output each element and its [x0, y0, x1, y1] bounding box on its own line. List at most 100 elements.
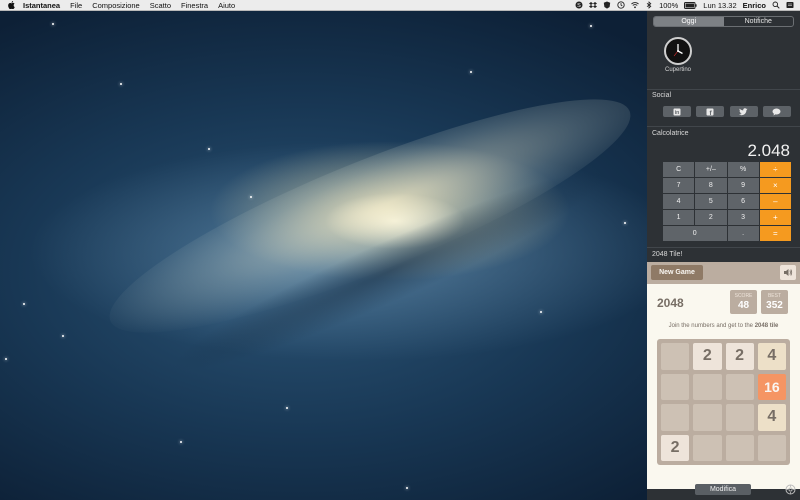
star [590, 25, 592, 27]
calc-key-minus[interactable]: – [759, 194, 791, 209]
new-game-button[interactable]: New Game [651, 265, 703, 280]
game-board[interactable]: 2 2 4 16 4 2 [657, 339, 790, 465]
calc-key-4[interactable]: 4 [663, 194, 695, 209]
notification-center-tabs: Oggi Notifiche [653, 16, 794, 27]
calc-key-9[interactable]: 9 [727, 178, 759, 193]
menu-app-name[interactable]: Istantanea [23, 1, 60, 10]
star [208, 148, 210, 150]
tagline-text: Join the numbers and get to the [668, 323, 754, 329]
tab-oggi[interactable]: Oggi [654, 17, 724, 26]
edit-widgets-button[interactable]: Modifica [695, 484, 751, 495]
calculator-widget-title: Calcolatrice [652, 130, 689, 137]
star [250, 196, 252, 198]
game-2048-widget: New Game 2048 SCORE 48 BEST 352 Join the… [647, 262, 800, 489]
svg-text:in: in [675, 110, 679, 116]
calc-key-clear[interactable]: C [663, 162, 695, 177]
calculator-keypad: C +/– % ÷ 7 8 9 × 4 5 6 – 1 2 3 + 0 . = [663, 162, 791, 241]
calc-key-divide[interactable]: ÷ [759, 162, 791, 177]
score-value: 48 [737, 300, 750, 311]
calc-key-plus[interactable]: + [759, 210, 791, 225]
calc-key-6[interactable]: 6 [727, 194, 759, 209]
calc-key-3[interactable]: 3 [727, 210, 759, 225]
svg-text:S: S [577, 3, 581, 9]
widget-separator [647, 89, 800, 90]
calc-key-5[interactable]: 5 [695, 194, 727, 209]
star [406, 487, 408, 489]
sound-button[interactable] [780, 265, 796, 280]
menu-finestra[interactable]: Finestra [181, 1, 208, 10]
star [624, 222, 626, 224]
calc-key-multiply[interactable]: × [759, 178, 791, 193]
widget-separator [647, 247, 800, 248]
settings-gear-icon[interactable] [785, 484, 796, 495]
apple-icon[interactable] [8, 1, 15, 9]
board-tile: 2 [693, 343, 722, 370]
best-box: BEST 352 [761, 290, 788, 314]
twitter-icon [739, 107, 748, 115]
board-tile: 2 [725, 343, 754, 370]
board-tile [693, 434, 722, 461]
linkedin-button[interactable]: in [663, 106, 691, 117]
board-tile [693, 373, 722, 400]
game-tagline: Join the numbers and get to the 2048 til… [647, 323, 800, 329]
score-box: SCORE 48 [730, 290, 757, 314]
social-buttons: in f [663, 106, 791, 117]
time-machine-icon[interactable] [617, 1, 625, 9]
board-tile: 2 [661, 434, 690, 461]
calc-key-0[interactable]: 0 [663, 226, 727, 241]
board-tile: 4 [757, 404, 786, 431]
twitter-button[interactable] [729, 106, 758, 117]
best-label: BEST [767, 293, 782, 299]
menubar-user[interactable]: Enrico [743, 1, 766, 10]
facebook-icon: f [706, 108, 714, 116]
world-clock-city: Cupertino [664, 67, 691, 73]
star [52, 23, 54, 25]
board-tile [725, 434, 754, 461]
speaker-icon [784, 269, 793, 276]
board-tile [725, 404, 754, 431]
calc-key-sign[interactable]: +/– [695, 162, 727, 177]
calc-key-decimal[interactable]: . [727, 226, 759, 241]
board-tile [661, 404, 690, 431]
calc-key-equals[interactable]: = [759, 226, 791, 241]
galaxy-band [89, 60, 647, 372]
calc-key-2[interactable]: 2 [695, 210, 727, 225]
calc-key-7[interactable]: 7 [663, 178, 695, 193]
notification-center-icon[interactable] [786, 1, 794, 9]
status-shield-icon[interactable] [603, 1, 611, 9]
facebook-button[interactable]: f [696, 106, 725, 117]
world-clock-face [664, 37, 692, 65]
battery-icon[interactable] [684, 1, 697, 9]
calc-key-8[interactable]: 8 [695, 178, 727, 193]
menu-file[interactable]: File [70, 1, 82, 10]
star [23, 303, 25, 305]
star [5, 358, 7, 360]
tab-notifiche[interactable]: Notifiche [724, 17, 794, 26]
calc-key-percent[interactable]: % [727, 162, 759, 177]
score-label: SCORE [734, 293, 753, 299]
social-widget-title: Social [652, 92, 672, 99]
board-tile: 4 [757, 343, 786, 370]
spotlight-search-icon[interactable] [772, 1, 780, 9]
menu-aiuto[interactable]: Aiuto [218, 1, 235, 10]
menu-composizione[interactable]: Composizione [92, 1, 140, 10]
game-widget-title: 2048 Tile! [652, 251, 683, 258]
star [180, 441, 182, 443]
board-tile [693, 404, 722, 431]
game-title: 2048 [657, 296, 684, 310]
star [540, 311, 542, 313]
calculator-display: 2.048 [747, 141, 790, 160]
dropbox-icon[interactable] [589, 1, 598, 9]
menubar-clock[interactable]: Lun 13.32 [703, 1, 736, 10]
calc-key-1[interactable]: 1 [663, 210, 695, 225]
wifi-icon[interactable] [631, 1, 639, 9]
skype-icon[interactable]: S [575, 1, 583, 9]
board-tile [757, 434, 786, 461]
menu-scatto[interactable]: Scatto [150, 1, 171, 10]
tagline-goal: 2048 tile [754, 323, 779, 329]
game-toolbar: New Game [647, 262, 800, 284]
bluetooth-icon[interactable] [645, 1, 653, 9]
messages-button[interactable] [762, 106, 791, 117]
notification-center: Oggi Notifiche Cupertino Social in f Cal… [647, 11, 800, 500]
star [286, 407, 288, 409]
